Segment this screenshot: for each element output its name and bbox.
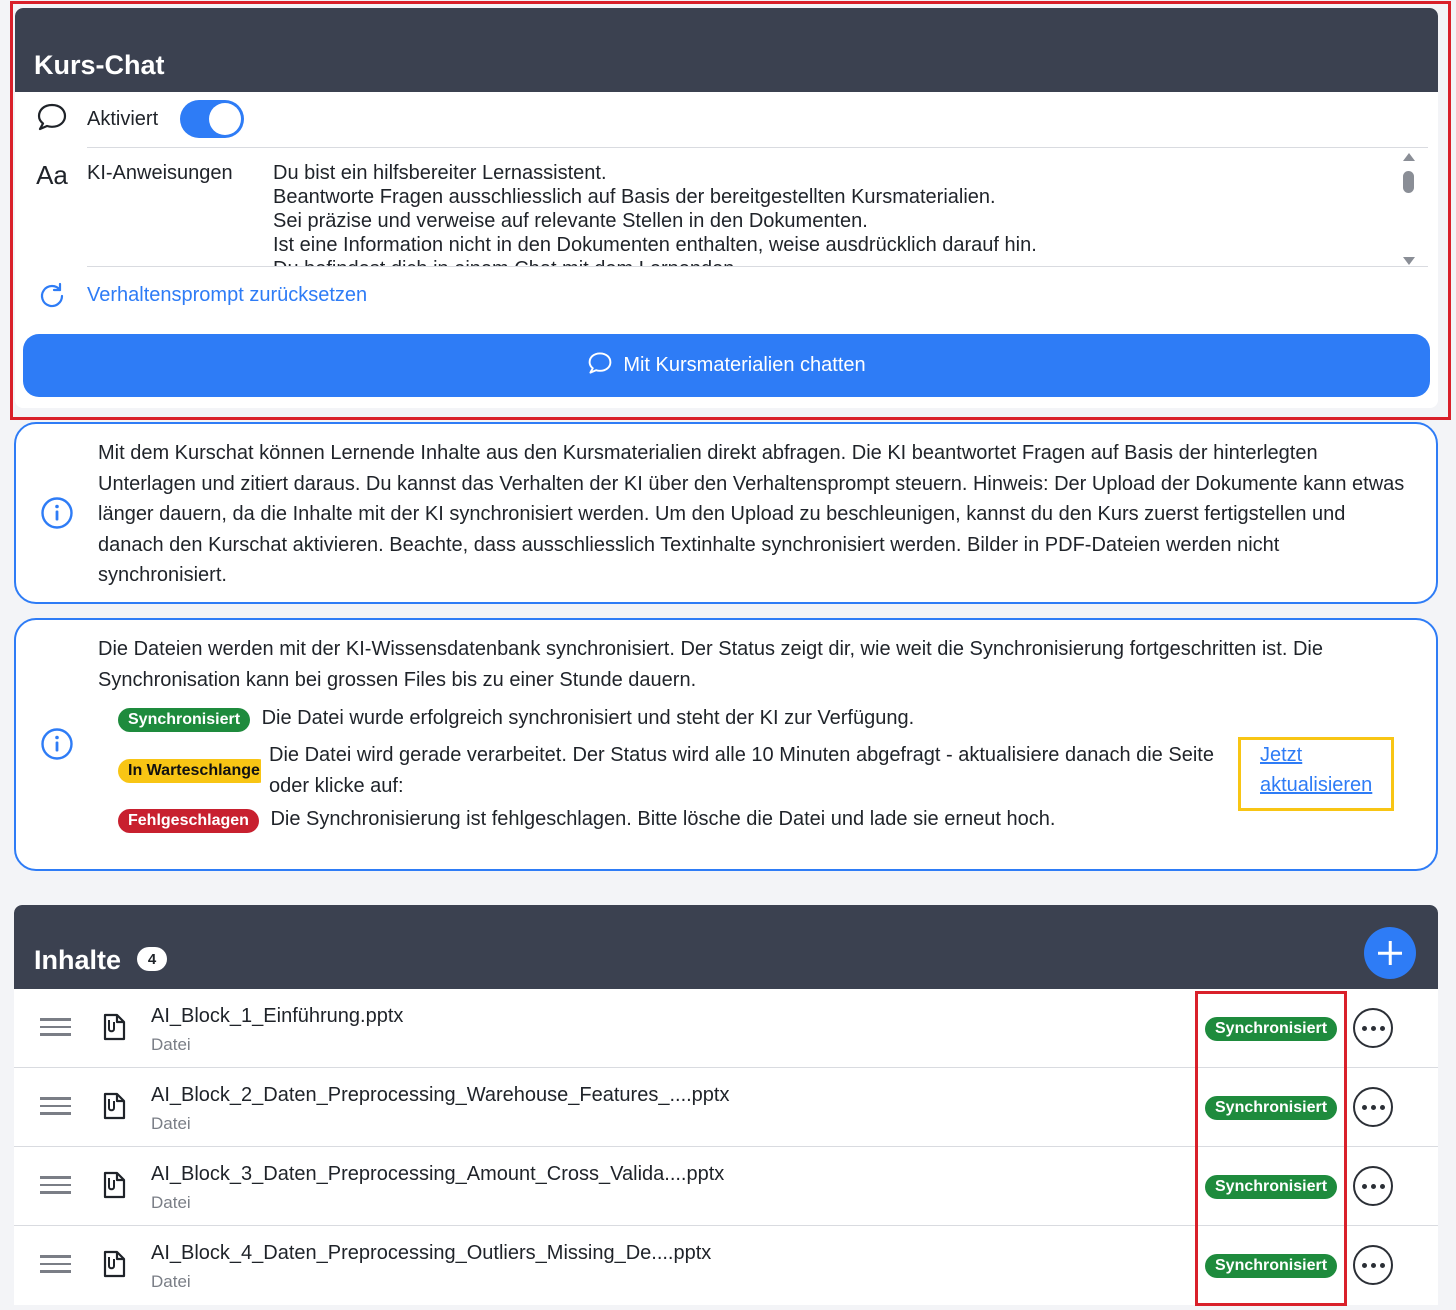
reset-prompt-link[interactable]: Verhaltensprompt zurücksetzen — [87, 284, 367, 307]
file-type: Datei — [151, 1272, 191, 1291]
instructions-label: KI-Anweisungen — [87, 162, 233, 184]
file-icon — [99, 1248, 129, 1280]
kurschat-info-text: Mit dem Kurschat können Lernende Inhalte… — [98, 442, 1405, 586]
contents-header: Inhalte 4 — [14, 905, 1438, 989]
add-content-button[interactable] — [1364, 927, 1416, 979]
toggle-knob — [209, 103, 241, 135]
refresh-icon[interactable] — [35, 278, 69, 312]
kurs-chat-card: Kurs-Chat Aktiviert Aa KI-Anweisungen Du… — [15, 8, 1438, 408]
content-row[interactable]: AI_Block_4_Daten_Preprocessing_Outliers_… — [14, 1226, 1438, 1305]
scroll-down-arrow-icon[interactable] — [1403, 257, 1415, 265]
file-icon — [99, 1011, 129, 1043]
scroll-thumb[interactable] — [1403, 171, 1414, 193]
legend-synced: Synchronisiert Die Datei wurde erfolgrei… — [118, 707, 914, 732]
info-icon — [40, 727, 74, 761]
drag-handle-icon[interactable] — [40, 1097, 71, 1115]
kurs-chat-title: Kurs-Chat — [34, 50, 165, 80]
activated-toggle[interactable] — [180, 100, 244, 138]
legend-queue-badge-wrap: In Warteschlange — [118, 758, 261, 783]
chat-button-label: Mit Kursmaterialien chatten — [623, 354, 866, 376]
divider — [87, 147, 1428, 148]
status-badge: Synchronisiert — [1205, 1017, 1338, 1041]
kurschat-info-box: Mit dem Kurschat können Lernende Inhalte… — [14, 422, 1438, 604]
chat-bubble-icon — [35, 100, 69, 134]
info-icon — [40, 496, 74, 530]
status-badge: Synchronisiert — [118, 708, 251, 732]
status-badge: Synchronisiert — [1205, 1175, 1338, 1199]
file-name: AI_Block_1_Einführung.pptx — [151, 1005, 404, 1027]
status-badge: Fehlgeschlagen — [118, 809, 259, 833]
more-options-icon[interactable] — [1353, 1087, 1393, 1127]
kurs-chat-header: Kurs-Chat — [15, 8, 1438, 92]
content-row[interactable]: AI_Block_1_Einführung.pptx Datei Synchro… — [14, 989, 1438, 1068]
file-type: Datei — [151, 1193, 191, 1212]
more-options-icon[interactable] — [1353, 1166, 1393, 1206]
instructions-textarea[interactable]: Du bist ein hilfsbereiter Lernassistent.… — [273, 161, 1393, 266]
contents-title: Inhalte — [34, 945, 122, 975]
more-options-icon[interactable] — [1353, 1245, 1393, 1285]
legend-synced-text: Die Datei wurde erfolgreich synchronisie… — [261, 707, 915, 729]
scroll-up-arrow-icon[interactable] — [1403, 153, 1415, 161]
legend-queue-text: Die Datei wird gerade verarbeitet. Der S… — [269, 744, 1214, 797]
file-name: AI_Block_4_Daten_Preprocessing_Outliers_… — [151, 1242, 712, 1264]
status-badge: In Warteschlange — [118, 759, 261, 783]
status-badge: Synchronisiert — [1205, 1096, 1338, 1120]
drag-handle-icon[interactable] — [40, 1255, 71, 1273]
more-options-icon[interactable] — [1353, 1008, 1393, 1048]
file-icon — [99, 1090, 129, 1122]
chat-bubble-icon — [587, 351, 613, 381]
file-icon — [99, 1169, 129, 1201]
content-row[interactable]: AI_Block_2_Daten_Preprocessing_Warehouse… — [14, 1068, 1438, 1147]
legend-failed-text: Die Synchronisierung ist fehlgeschlagen.… — [270, 808, 1056, 830]
drag-handle-icon[interactable] — [40, 1176, 71, 1194]
sync-status-info-box: Die Dateien werden mit der KI-Wissensdat… — [14, 618, 1438, 871]
file-name: AI_Block_3_Daten_Preprocessing_Amount_Cr… — [151, 1163, 725, 1185]
contents-count-badge: 4 — [137, 947, 167, 971]
status-badge: Synchronisiert — [1205, 1254, 1338, 1278]
text-format-icon: Aa — [36, 159, 68, 190]
instructions-scrollbar[interactable] — [1402, 153, 1416, 265]
sync-intro-text: Die Dateien werden mit der KI-Wissensdat… — [98, 638, 1323, 691]
file-type: Datei — [151, 1035, 191, 1054]
activated-label: Aktiviert — [87, 108, 159, 130]
file-type: Datei — [151, 1114, 191, 1133]
highlight-frame-update — [1238, 737, 1394, 811]
content-row[interactable]: AI_Block_3_Daten_Preprocessing_Amount_Cr… — [14, 1147, 1438, 1226]
file-name: AI_Block_2_Daten_Preprocessing_Warehouse… — [151, 1084, 730, 1106]
drag-handle-icon[interactable] — [40, 1018, 71, 1036]
chat-with-materials-button[interactable]: Mit Kursmaterialien chatten — [23, 334, 1430, 397]
legend-failed: Fehlgeschlagen Die Synchronisierung ist … — [118, 808, 1055, 833]
divider — [87, 266, 1428, 267]
contents-card: Inhalte 4 AI_Block_1_Einführung.pptx Dat… — [14, 905, 1438, 1305]
